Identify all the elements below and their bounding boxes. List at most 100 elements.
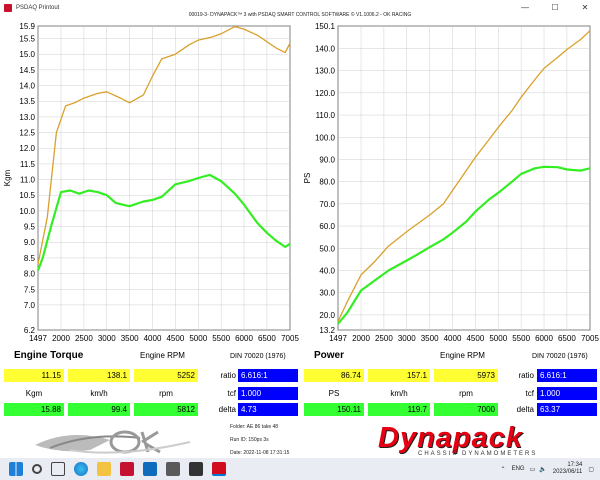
footer-date: Date: 2022-11-08 17:31:15: [230, 450, 290, 456]
power-y-tick: 110.0: [316, 111, 336, 120]
torque-y-tick: 10.5: [19, 191, 35, 200]
power-chart: 13.220.030.040.050.060.070.080.090.0100.…: [303, 22, 599, 343]
chevron-up-icon[interactable]: ⌃: [501, 466, 506, 473]
psdaq-printout-window: PSDAQ Printout — ☐ ✕ 00019-3- DYNAPACK™ …: [0, 0, 600, 480]
language-indicator[interactable]: ENG: [512, 466, 525, 472]
power-plot-area: [337, 25, 591, 331]
system-tray: ⌃ ENG ▭ 🔈 17:34 2023/06/11 ▢: [501, 458, 594, 480]
torque-rpm-1: 5252: [134, 369, 198, 382]
torque-x-tick: 1497: [29, 334, 47, 343]
torque-unit-rpm: rpm: [159, 389, 173, 398]
app-icon: [4, 4, 12, 12]
power-y-tick: 50.0: [319, 244, 335, 253]
torque-x-tick: 3000: [98, 334, 116, 343]
footer-folder: Folder: AE 86 take 48: [230, 424, 279, 430]
torque-y-tick: 9.5: [24, 223, 36, 232]
power-section-title: Power: [314, 350, 345, 361]
torque-kmh-1: 138.1: [68, 369, 130, 382]
ok-racing-logo: [35, 430, 191, 454]
power-y-tick: 130.0: [315, 67, 336, 76]
power-x-tick: 2000: [352, 334, 370, 343]
torque-y-tick: 11.0: [20, 176, 36, 185]
notification-icon[interactable]: ▢: [588, 466, 594, 473]
dynapack-logo-subtext: CHASSIS DYNAMOMETERS: [418, 451, 538, 457]
power-y-tick: 70.0: [319, 200, 335, 209]
torque-unit-kgm: Kgm: [25, 389, 43, 398]
torque-x-tick: 2000: [52, 334, 70, 343]
torque-y-tick: 12.5: [19, 129, 35, 138]
torque-x-tick: 6500: [258, 334, 276, 343]
torque-x-tick: 3500: [121, 334, 139, 343]
file-explorer-icon[interactable]: [97, 462, 111, 476]
store-icon[interactable]: [189, 462, 203, 476]
torque-y-tick: 8.5: [24, 254, 36, 263]
power-xlabel: Engine RPM: [440, 351, 485, 360]
power-unit-ps: PS: [328, 389, 340, 398]
power-y-tick: 60.0: [319, 222, 335, 231]
power-delta-value: 63.37: [537, 403, 597, 416]
power-y-tick: 140.0: [315, 44, 336, 53]
torque-y-tick: 15.9: [19, 22, 35, 31]
torque-value-2: 15.88: [4, 403, 64, 416]
power-rpm-2: 7000: [434, 403, 498, 416]
torque-chart: 6.27.07.58.08.59.09.510.010.511.011.512.…: [3, 22, 299, 343]
power-y-tick: 80.0: [319, 178, 335, 187]
power-y-tick: 40.0: [319, 266, 335, 275]
shield-icon[interactable]: [120, 462, 134, 476]
power-value-2: 150.11: [304, 403, 364, 416]
power-x-tick: 5500: [512, 334, 530, 343]
dynapack-logo: Dynapack CHASSIS DYNAMOMETERS: [360, 422, 600, 460]
torque-kmh-2: 99.4: [68, 403, 130, 416]
network-icon[interactable]: ▭: [530, 466, 536, 473]
torque-x-tick: 5500: [212, 334, 230, 343]
power-ratio-label: ratio: [518, 371, 534, 380]
torque-y-tick: 14.5: [19, 66, 35, 75]
torque-y-tick: 9.0: [24, 238, 36, 247]
torque-value-1: 11.15: [4, 369, 64, 382]
volume-icon[interactable]: 🔈: [539, 466, 546, 473]
power-x-tick: 1497: [329, 334, 347, 343]
power-x-tick: 3000: [398, 334, 416, 343]
power-y-tick: 20.0: [319, 311, 335, 320]
torque-y-tick: 15.0: [19, 50, 35, 59]
torque-x-tick: 7005: [281, 334, 299, 343]
mail-icon[interactable]: [143, 462, 157, 476]
power-y-tick: 150.1: [315, 22, 336, 31]
clock-date: 2023/06/11: [552, 469, 583, 475]
torque-tcf-label: tcf: [227, 389, 236, 398]
power-x-tick: 6000: [535, 334, 553, 343]
power-y-axis-label: PS: [303, 173, 312, 184]
clock-time: 17:34: [567, 462, 583, 468]
dynapack-app-icon[interactable]: [212, 462, 226, 476]
power-x-tick: 6500: [558, 334, 576, 343]
power-delta-label: delta: [516, 405, 534, 414]
power-x-tick: 2500: [375, 334, 393, 343]
torque-y-tick: 7.5: [24, 285, 36, 294]
windows-start-icon[interactable]: [9, 462, 23, 476]
torque-x-tick: 4500: [166, 334, 184, 343]
power-ratio-value: 6.616:1: [537, 369, 597, 382]
power-x-tick: 7005: [581, 334, 599, 343]
taskbar: ⌃ ENG ▭ 🔈 17:34 2023/06/11 ▢: [0, 458, 600, 480]
task-view-icon[interactable]: [51, 462, 65, 476]
power-unit-rpm: rpm: [459, 389, 473, 398]
torque-delta-value: 4.73: [238, 403, 298, 416]
power-y-tick: 30.0: [319, 289, 335, 298]
torque-y-tick: 7.0: [24, 301, 36, 310]
search-icon[interactable]: [32, 464, 42, 474]
clock[interactable]: 17:34 2023/06/11: [553, 462, 583, 476]
power-x-tick: 4500: [466, 334, 484, 343]
torque-rpm-2: 5812: [134, 403, 198, 416]
torque-x-tick: 4000: [144, 334, 162, 343]
torque-y-tick: 8.0: [24, 270, 36, 279]
video-icon[interactable]: [166, 462, 180, 476]
torque-y-tick: 14.0: [19, 82, 35, 91]
power-tcf-value: 1.000: [537, 387, 597, 400]
torque-section-title: Engine Torque: [14, 350, 84, 361]
power-y-tick: 90.0: [319, 155, 335, 164]
power-kmh-1: 157.1: [368, 369, 430, 382]
window-title: PSDAQ Printout: [16, 5, 60, 11]
edge-icon[interactable]: [74, 462, 88, 476]
torque-xlabel: Engine RPM: [140, 351, 185, 360]
power-value-1: 86.74: [304, 369, 364, 382]
